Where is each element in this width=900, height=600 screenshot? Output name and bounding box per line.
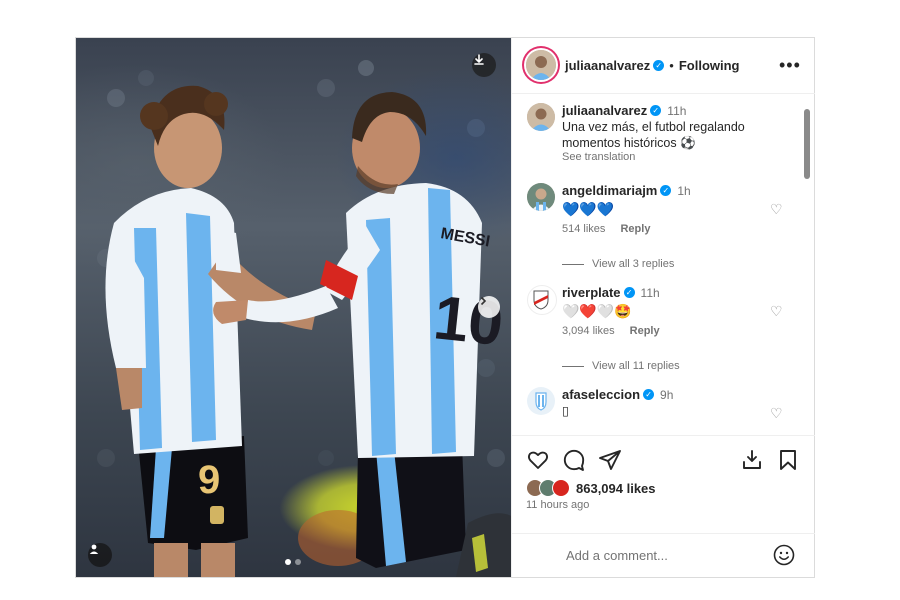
photo-illustration: 9 MESSI 10 [97, 60, 511, 577]
comment-likes[interactable]: 514 likes [562, 223, 605, 235]
view-replies-button[interactable]: View all 3 replies [562, 258, 674, 270]
reply-button[interactable]: Reply [620, 223, 650, 235]
chevron-right-icon [480, 296, 487, 306]
comment-avatar[interactable] [527, 285, 557, 315]
comment-time: 1h [677, 183, 691, 198]
post-actions: 863,094 likes 11 hours ago [512, 435, 815, 533]
comment-text: 🤍❤️🤍🤩 [562, 303, 632, 319]
comment: riverplate ✓ 11h 🤍❤️🤍🤩 3,094 likes Reply [562, 285, 772, 337]
carousel-dot [295, 559, 301, 565]
like-icon[interactable] [526, 448, 550, 472]
comment-username[interactable]: afaseleccion [562, 387, 640, 402]
comment-username[interactable]: angeldimariajm [562, 183, 657, 198]
comment-like-icon[interactable]: ♡ [770, 405, 783, 422]
download-icon [474, 54, 484, 65]
comment-meta: 3,094 likes Reply [562, 325, 772, 337]
share-icon[interactable] [598, 448, 622, 472]
liker-avatar [552, 479, 570, 497]
svg-text:10: 10 [431, 283, 507, 359]
comment-text: 💙💙💙 [562, 201, 615, 217]
comment-icon[interactable] [562, 448, 586, 472]
comment-meta: 514 likes Reply [562, 223, 772, 235]
caption: juliaanalvarez ✓ 11h Una vez más, el fut… [562, 103, 792, 163]
emoji-icon[interactable] [773, 544, 795, 566]
see-translation-link[interactable]: See translation [562, 151, 792, 163]
tagged-users-button[interactable] [88, 543, 112, 567]
comment: angeldimariajm ✓ 1h 💙💙💙 514 likes Reply [562, 183, 772, 235]
comment-likes[interactable]: 3,094 likes [562, 325, 615, 337]
post-time: 11 hours ago [526, 499, 590, 511]
verified-icon: ✓ [650, 105, 662, 116]
post-photo[interactable]: 9 MESSI 10 [76, 38, 511, 577]
header-user: juliaanalvarez ✓ • Following [565, 58, 740, 73]
player-left: 9 [105, 85, 316, 577]
comment-input[interactable] [564, 547, 768, 564]
header-separator: • [669, 58, 674, 73]
caption-username[interactable]: juliaanalvarez [562, 103, 647, 118]
more-options-button[interactable]: ••• [779, 56, 801, 74]
carousel-dot-active [285, 559, 291, 565]
comment: afaseleccion ✓ 9h ▯ [562, 387, 772, 419]
carousel-next-button[interactable] [478, 296, 500, 318]
bookmark-icon[interactable] [776, 448, 800, 472]
reply-button[interactable]: Reply [630, 325, 660, 337]
scrollbar-thumb[interactable] [804, 109, 810, 179]
following-button[interactable]: Following [679, 58, 740, 73]
view-replies-label: View all 11 replies [592, 360, 680, 372]
post-side-panel: juliaanalvarez ✓ • Following ••• juliaan… [511, 38, 815, 577]
caption-text: Una vez más, el futbol regalando momento… [562, 120, 745, 150]
comments-scrollbar[interactable] [803, 99, 811, 435]
verified-icon: ✓ [623, 287, 635, 298]
caption-avatar[interactable] [527, 103, 555, 131]
post-header: juliaanalvarez ✓ • Following ••• [512, 38, 815, 94]
view-replies-label: View all 3 replies [592, 258, 675, 270]
likes-row[interactable]: 863,094 likes [526, 479, 656, 497]
comment-text: ▯ [562, 404, 569, 418]
comment-time: 9h [660, 387, 674, 402]
comment-like-icon[interactable]: ♡ [770, 303, 783, 320]
view-replies-button[interactable]: View all 11 replies [562, 360, 680, 372]
download-button[interactable] [472, 53, 496, 77]
comments-list: juliaanalvarez ✓ 11h Una vez más, el fut… [512, 95, 815, 435]
svg-text:9: 9 [198, 458, 220, 502]
comment-avatar[interactable] [527, 387, 555, 415]
author-username[interactable]: juliaanalvarez [565, 58, 650, 73]
post-modal: 9 MESSI 10 juliaanalvarez ✓ • Following … [75, 37, 815, 578]
author-avatar[interactable] [526, 50, 556, 80]
comment-avatar[interactable] [527, 183, 555, 211]
verified-icon: ✓ [653, 60, 665, 71]
comment-username[interactable]: riverplate [562, 285, 621, 300]
person-icon [89, 544, 99, 554]
verified-icon: ✓ [660, 185, 672, 196]
player-right: MESSI 10 [213, 92, 506, 568]
add-comment-bar [512, 533, 815, 577]
comment-like-icon[interactable]: ♡ [770, 201, 783, 218]
caption-time: 11h [667, 103, 687, 118]
likes-count[interactable]: 863,094 likes [576, 481, 656, 496]
verified-icon: ✓ [643, 389, 655, 400]
save-to-device-icon[interactable] [740, 448, 764, 472]
carousel-indicator [285, 559, 301, 565]
comment-time: 11h [640, 285, 660, 300]
